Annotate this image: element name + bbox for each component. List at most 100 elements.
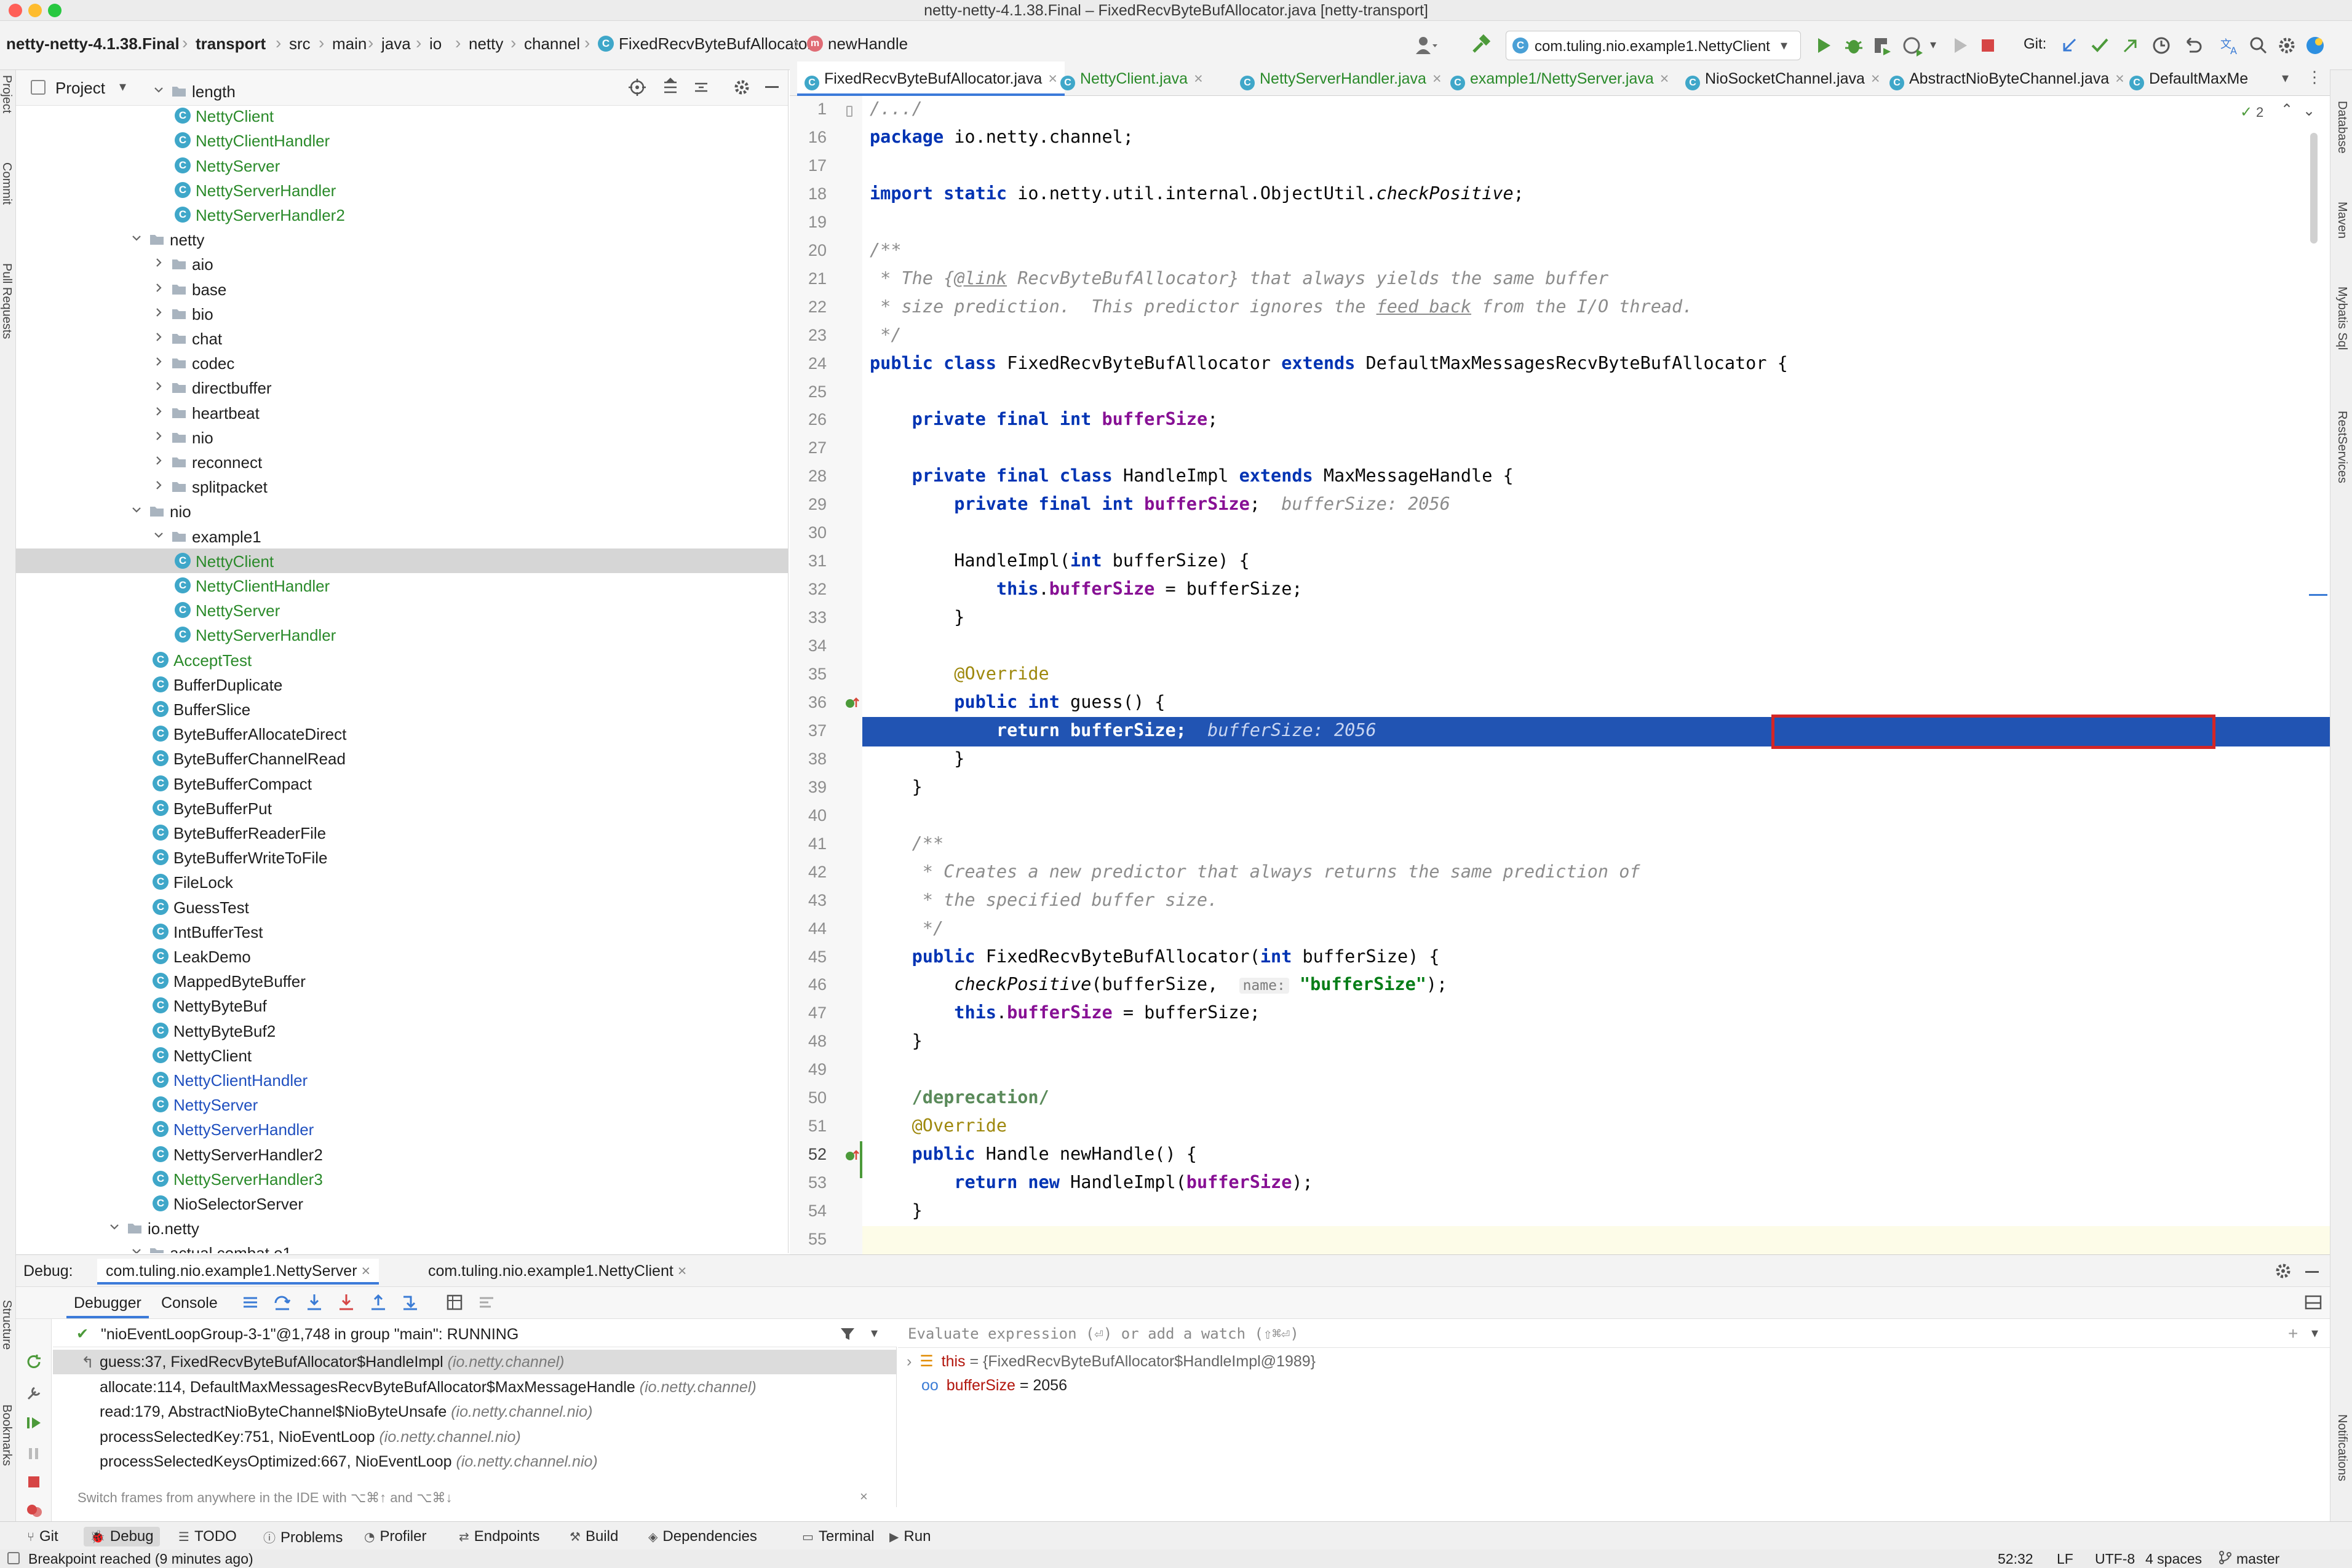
stack-frame-row[interactable]: processSelectedKeysOptimized:667, NioEve…: [53, 1449, 897, 1474]
maven-tool-tab[interactable]: Maven: [2335, 202, 2349, 239]
chevron-down-icon[interactable]: ▾: [2311, 1325, 2318, 1341]
tree-file-row[interactable]: C NettyClientHandler: [16, 128, 788, 152]
tree-folder-row[interactable]: bio: [16, 301, 788, 326]
chevron-down-icon[interactable]: [130, 1245, 143, 1253]
gear-icon[interactable]: [2275, 33, 2299, 58]
more-icon[interactable]: ⋮: [2306, 68, 2322, 87]
chevron-down-icon[interactable]: [153, 84, 165, 96]
tool-window-tab-profiler[interactable]: ◔ Profiler: [358, 1527, 432, 1546]
tree-file-row[interactable]: C NettyClient: [16, 1043, 788, 1067]
tree-file-row[interactable]: C NettyServerHandler2: [16, 1142, 788, 1166]
hide-panel-icon[interactable]: [2305, 1271, 2319, 1273]
code-line[interactable]: return bufferSize; bufferSize: 2056: [870, 720, 1377, 740]
toggle-tool-windows-icon[interactable]: [7, 1552, 20, 1564]
tool-window-tab-terminal[interactable]: ▭ Terminal: [796, 1527, 881, 1546]
tree-file-row[interactable]: C ByteBufferWriteToFile: [16, 845, 788, 869]
tree-file-row[interactable]: C ByteBufferChannelRead: [16, 746, 788, 770]
chevron-right-icon[interactable]: [153, 430, 165, 442]
close-icon[interactable]: ×: [678, 1262, 687, 1280]
step-into-icon[interactable]: [305, 1293, 324, 1312]
editor-tab[interactable]: C NioSocketChannel.java ×: [1678, 61, 1888, 96]
chevron-right-icon[interactable]: [153, 380, 165, 392]
variable-row[interactable]: › ☰ this = {FixedRecvByteBufAllocator$Ha…: [907, 1352, 1316, 1371]
tree-folder-row[interactable]: netty: [16, 227, 788, 251]
tree-folder-row[interactable]: splitpacket: [16, 474, 788, 499]
breadcrumb-item[interactable]: io: [429, 34, 442, 53]
breadcrumb-item[interactable]: channel: [524, 34, 580, 53]
file-encoding[interactable]: UTF-8: [2095, 1551, 2135, 1567]
code-line[interactable]: */: [870, 918, 944, 938]
chevron-down-icon[interactable]: ▾: [2282, 70, 2289, 86]
code-line[interactable]: public FixedRecvByteBufAllocator(int buf…: [870, 946, 1440, 967]
chevron-right-icon[interactable]: [153, 282, 165, 294]
breadcrumb-item[interactable]: FixedRecvByteBufAllocator: [619, 34, 812, 53]
run-configuration-select[interactable]: C com.tuling.nio.example1.NettyClient ▾: [1506, 31, 1801, 60]
thread-selector[interactable]: ✔ "nioEventLoopGroup-3-1"@1,748 in group…: [53, 1319, 897, 1347]
code-line[interactable]: /**: [870, 833, 944, 853]
chevron-right-icon[interactable]: ›: [907, 1353, 912, 1370]
code-line[interactable]: * size prediction. This predictor ignore…: [870, 296, 1693, 317]
layout-settings-icon[interactable]: [2304, 1293, 2322, 1312]
code-line[interactable]: }: [870, 1200, 923, 1221]
chevron-down-icon[interactable]: ▾: [1930, 37, 1936, 52]
tool-window-tab-todo[interactable]: ☰ TODO: [172, 1527, 243, 1546]
tree-file-row[interactable]: C LeakDemo: [16, 944, 788, 968]
force-step-into-icon[interactable]: [337, 1293, 356, 1312]
pause-icon[interactable]: [25, 1444, 43, 1463]
close-icon[interactable]: ×: [1432, 70, 1442, 87]
tree-file-row[interactable]: C NettyServerHandler: [16, 622, 788, 647]
tree-file-row[interactable]: C NettyServerHandler3: [16, 1166, 788, 1191]
editor-tab[interactable]: Cexample1/NettyServer.java ×: [1443, 61, 1676, 96]
pull-requests-tool-tab[interactable]: Pull Requests: [0, 263, 14, 339]
search-icon[interactable]: [2246, 33, 2271, 58]
restservices-tool-tab[interactable]: RestServices: [2335, 411, 2349, 483]
editor-tab[interactable]: C FixedRecvByteBufAllocator.java ×: [797, 61, 1065, 96]
implements-marker-icon[interactable]: [844, 695, 861, 712]
code-line[interactable]: checkPositive(bufferSize, name: "bufferS…: [870, 974, 1447, 994]
tree-folder-row[interactable]: codec: [16, 350, 788, 375]
chevron-up-icon[interactable]: ⌃: [2281, 101, 2293, 119]
trace-stream-icon[interactable]: [477, 1293, 496, 1312]
code-line[interactable]: public Handle newHandle() {: [870, 1144, 1197, 1164]
code-line[interactable]: private final int bufferSize;: [870, 409, 1218, 429]
breadcrumb-item[interactable]: src: [289, 34, 311, 53]
chevron-down-icon[interactable]: ▾: [871, 1325, 878, 1341]
jetbrains-toolbox-icon[interactable]: [2303, 33, 2327, 58]
breadcrumb-item[interactable]: transport: [196, 34, 266, 53]
structure-tool-tab[interactable]: Structure: [0, 1300, 14, 1350]
code-line[interactable]: HandleImpl(int bufferSize) {: [870, 550, 1249, 571]
code-line[interactable]: }: [870, 777, 923, 797]
code-line[interactable]: * the specified buffer size.: [870, 890, 1218, 910]
commit-tool-tab[interactable]: Commit: [0, 162, 14, 205]
wrench-icon[interactable]: [25, 1384, 43, 1403]
tree-folder-row[interactable]: io.netty: [16, 1216, 788, 1240]
tree-file-row[interactable]: C NettyClientHandler: [16, 573, 788, 598]
console-tab[interactable]: Console: [161, 1294, 218, 1312]
editor-tab[interactable]: C NettyServerHandler.java ×: [1233, 61, 1449, 96]
variable-row[interactable]: oo bufferSize = 2056: [921, 1377, 1067, 1395]
tree-file-row[interactable]: C NettyClient: [16, 103, 788, 128]
code-line[interactable]: private final class HandleImpl extends M…: [870, 465, 1514, 486]
tree-file-row[interactable]: C ByteBufferPut: [16, 796, 788, 820]
breadcrumb-item[interactable]: netty-netty-4.1.38.Final: [6, 34, 180, 53]
tree-file-row[interactable]: C ByteBufferCompact: [16, 771, 788, 796]
code-line[interactable]: import static io.netty.util.internal.Obj…: [870, 183, 1524, 204]
tree-file-row[interactable]: C AcceptTest: [16, 647, 788, 672]
resume-program-icon[interactable]: [25, 1414, 43, 1432]
code-line[interactable]: public int guess() {: [870, 692, 1165, 712]
rerun-icon[interactable]: [25, 1353, 43, 1372]
tree-file-row[interactable]: C NettyByteBuf2: [16, 1018, 788, 1043]
tree-file-row[interactable]: C ByteBufferReaderFile: [16, 820, 788, 845]
tree-file-row[interactable]: C NettyByteBuf: [16, 993, 788, 1018]
user-icon[interactable]: [1413, 33, 1438, 58]
chevron-right-icon[interactable]: [153, 454, 165, 467]
tool-window-tab-dependencies[interactable]: ◈ Dependencies: [642, 1527, 763, 1546]
debugger-tab[interactable]: Debugger: [66, 1291, 149, 1318]
translate-icon[interactable]: 文A: [2218, 33, 2243, 58]
indent-setting[interactable]: 4 spaces: [2145, 1551, 2202, 1567]
run-to-cursor-icon[interactable]: [401, 1293, 419, 1312]
tree-folder-row[interactable]: aio: [16, 251, 788, 276]
caret-position[interactable]: 52:32: [1998, 1551, 2033, 1567]
editor-tab[interactable]: C AbstractNioByteChannel.java ×: [1882, 61, 2132, 96]
tree-file-row[interactable]: C IntBufferTest: [16, 919, 788, 944]
